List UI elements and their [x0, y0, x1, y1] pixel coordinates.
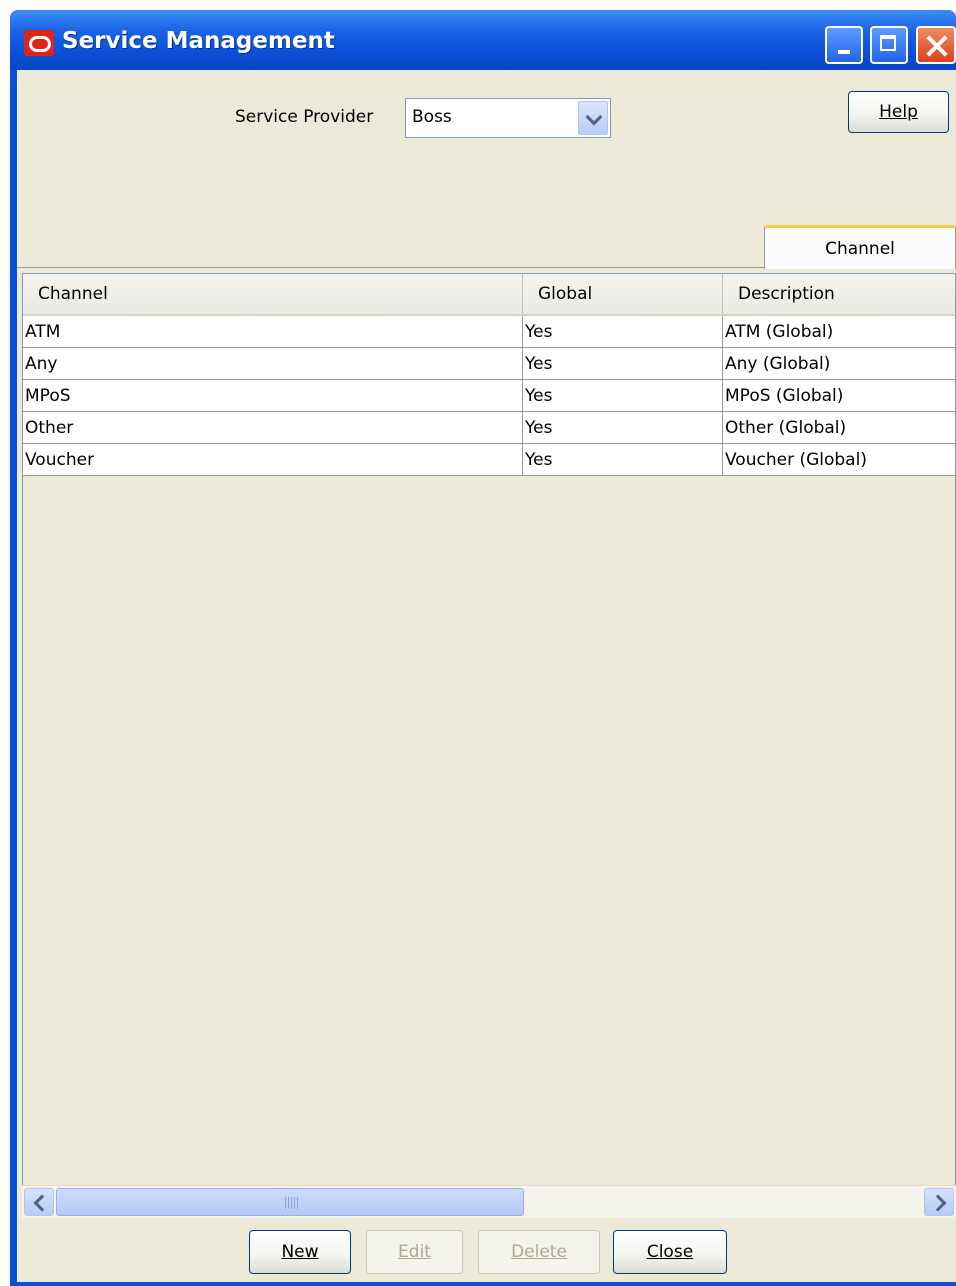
cell-global: Yes	[523, 316, 723, 347]
table-header: Channel Global Description	[23, 274, 955, 316]
service-management-window: Service Management Service Provider Boss…	[10, 10, 956, 1286]
new-button[interactable]: New	[249, 1230, 351, 1274]
cell-description: Other (Global)	[725, 417, 847, 438]
chevron-down-icon[interactable]	[578, 101, 608, 135]
cell-description: MPoS (Global)	[725, 385, 844, 406]
service-provider-value: Boss	[412, 107, 452, 127]
grip-icon	[285, 1197, 299, 1209]
table-row[interactable]: ATM Yes ATM (Global)	[23, 316, 955, 348]
tab-channel[interactable]: Channel	[764, 225, 956, 269]
channel-table: Channel Global Description ATM Yes ATM (…	[22, 273, 956, 1218]
table-row[interactable]: Other Yes Other (Global)	[23, 412, 955, 444]
table-row[interactable]: Voucher Yes Voucher (Global)	[23, 444, 955, 476]
close-icon[interactable]	[916, 26, 956, 64]
edit-button[interactable]: Edit	[366, 1230, 463, 1274]
scroll-left-icon[interactable]	[24, 1188, 54, 1216]
tab-strip-line	[17, 267, 764, 268]
cell-channel: Other	[23, 412, 523, 443]
service-provider-select[interactable]: Boss	[405, 98, 611, 138]
cell-channel: ATM	[23, 316, 523, 347]
cell-global: Yes	[523, 348, 723, 379]
window-title: Service Management	[62, 28, 335, 54]
help-button[interactable]: Help	[848, 91, 949, 133]
delete-button[interactable]: Delete	[478, 1230, 600, 1274]
cell-channel: MPoS	[23, 380, 523, 411]
table-row[interactable]: MPoS Yes MPoS (Global)	[23, 380, 955, 412]
minimize-icon[interactable]	[825, 26, 863, 64]
title-bar[interactable]: Service Management	[10, 10, 956, 70]
scroll-right-icon[interactable]	[924, 1188, 954, 1216]
column-header-global[interactable]: Global	[523, 274, 723, 314]
cell-description: Any (Global)	[725, 353, 831, 374]
horizontal-scrollbar[interactable]	[22, 1185, 956, 1218]
cell-global: Yes	[523, 412, 723, 443]
cell-description: ATM (Global)	[725, 321, 834, 342]
scrollbar-thumb[interactable]	[56, 1188, 524, 1216]
cell-global: Yes	[523, 444, 723, 475]
cell-channel: Any	[23, 348, 523, 379]
column-header-description[interactable]: Description	[723, 274, 955, 314]
close-button[interactable]: Close	[613, 1230, 727, 1274]
window-client-area: Service Provider Boss Help Channel Chann…	[17, 70, 956, 1282]
cell-global: Yes	[523, 380, 723, 411]
column-header-channel[interactable]: Channel	[23, 274, 523, 314]
cell-description: Voucher (Global)	[725, 449, 867, 470]
cell-channel: Voucher	[23, 444, 523, 475]
service-provider-label: Service Provider	[235, 107, 374, 127]
oracle-logo-icon	[24, 30, 54, 56]
maximize-icon[interactable]	[870, 26, 908, 64]
table-row[interactable]: Any Yes Any (Global)	[23, 348, 955, 380]
